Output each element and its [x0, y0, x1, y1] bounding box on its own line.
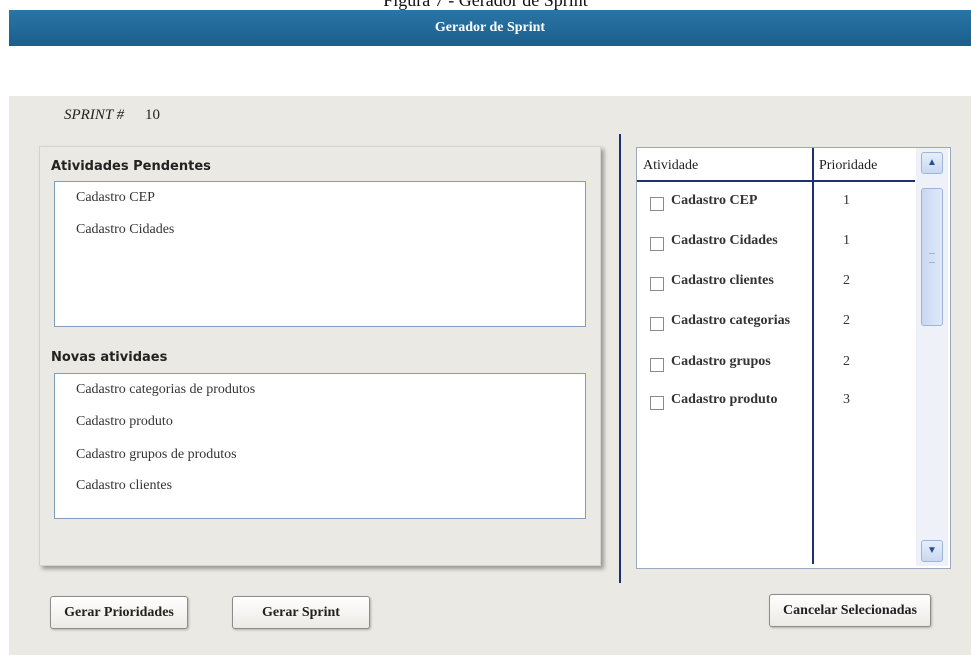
row-checkbox[interactable] — [650, 197, 664, 211]
pending-activities-list[interactable]: Cadastro CEP Cadastro Cidades — [54, 181, 586, 327]
row-activity: Cadastro clientes — [671, 273, 774, 288]
scroll-up-button[interactable]: ▲ — [921, 152, 943, 174]
gerar-sprint-button[interactable]: Gerar Sprint — [232, 596, 370, 629]
table-row[interactable]: Cadastro produto 3 — [637, 392, 915, 416]
sprint-number: 10 — [145, 107, 160, 123]
grip-icon — [929, 253, 935, 263]
row-priority: 1 — [843, 193, 850, 208]
table-row[interactable]: Cadastro grupos 2 — [637, 354, 915, 378]
list-item[interactable]: Cadastro categorias de produtos — [76, 382, 255, 398]
row-priority: 2 — [843, 273, 850, 288]
row-checkbox[interactable] — [650, 358, 664, 372]
column-header-activity[interactable]: Atividade — [643, 158, 698, 174]
row-priority: 2 — [843, 313, 850, 328]
panel-divider — [619, 134, 621, 583]
new-activities-list[interactable]: Cadastro categorias de produtos Cadastro… — [54, 373, 586, 519]
list-item[interactable]: Cadastro clientes — [76, 478, 172, 494]
cancelar-selecionadas-button[interactable]: Cancelar Selecionadas — [769, 594, 931, 627]
row-activity: Cadastro CEP — [671, 193, 758, 208]
figure-caption: Figura 7 - Gerador de Sprint — [383, 0, 588, 10]
window-title: Gerador de Sprint — [9, 10, 971, 46]
sprint-label: SPRINT # — [64, 107, 125, 123]
list-item[interactable]: Cadastro CEP — [76, 190, 155, 206]
row-activity: Cadastro Cidades — [671, 233, 778, 248]
gerar-prioridades-button[interactable]: Gerar Prioridades — [50, 596, 188, 629]
chevron-down-icon: ▼ — [927, 545, 937, 556]
sprint-activity-table: Atividade Prioridade Cadastro CEP 1 Cada… — [636, 147, 951, 569]
pending-activities-title: Atividades Pendentes — [51, 159, 211, 174]
table-row[interactable]: Cadastro CEP 1 — [637, 193, 915, 217]
list-item[interactable]: Cadastro produto — [76, 414, 173, 430]
table-row[interactable]: Cadastro categorias 2 — [637, 313, 915, 337]
table-row[interactable]: Cadastro clientes 2 — [637, 273, 915, 297]
row-activity: Cadastro categorias — [671, 313, 791, 328]
new-activities-title: Novas atividaes — [51, 350, 168, 365]
scroll-thumb[interactable] — [921, 188, 943, 326]
header-divider — [637, 180, 915, 182]
column-header-priority[interactable]: Prioridade — [819, 158, 877, 174]
row-activity: Cadastro grupos — [671, 354, 771, 369]
activities-panel: Atividades Pendentes Cadastro CEP Cadast… — [39, 146, 601, 566]
toolbar-area — [9, 46, 971, 96]
row-checkbox[interactable] — [650, 317, 664, 331]
vertical-scrollbar[interactable]: ▲ ▼ — [916, 148, 948, 566]
list-item[interactable]: Cadastro grupos de produtos — [76, 447, 237, 463]
table-row[interactable]: Cadastro Cidades 1 — [637, 233, 915, 257]
row-checkbox[interactable] — [650, 396, 664, 410]
scroll-down-button[interactable]: ▼ — [921, 540, 943, 562]
row-priority: 2 — [843, 354, 850, 369]
list-item[interactable]: Cadastro Cidades — [76, 222, 174, 238]
row-checkbox[interactable] — [650, 277, 664, 291]
row-checkbox[interactable] — [650, 237, 664, 251]
chevron-up-icon: ▲ — [927, 157, 937, 168]
row-priority: 1 — [843, 233, 850, 248]
sprint-generator-window: Gerador de Sprint SPRINT # 10 Atividades… — [9, 10, 971, 655]
row-priority: 3 — [843, 392, 850, 407]
row-activity: Cadastro produto — [671, 392, 778, 407]
